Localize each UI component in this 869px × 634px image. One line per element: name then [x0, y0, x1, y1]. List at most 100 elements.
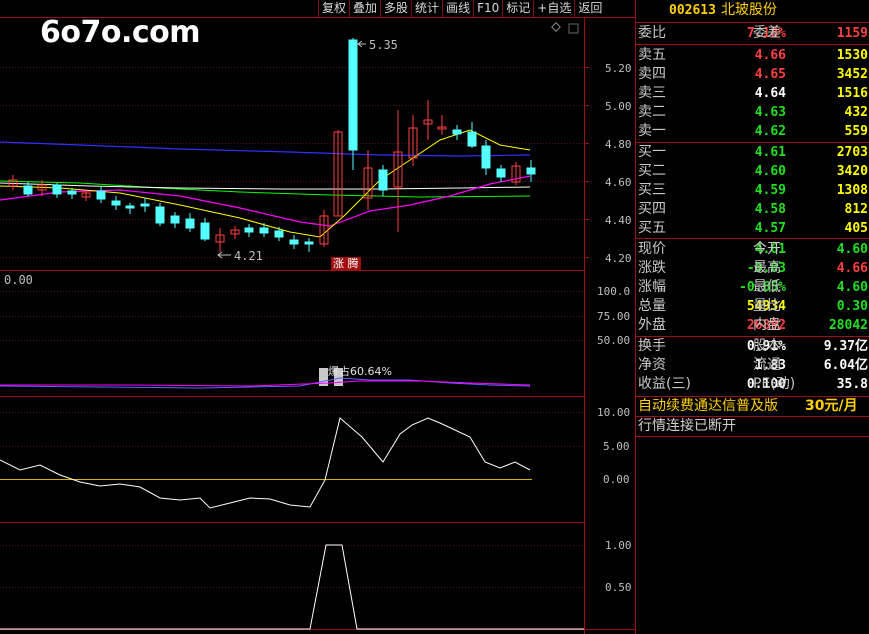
bid-row: 买五 4.57 405 [635, 219, 869, 238]
quote-value: 28042 [828, 318, 868, 333]
stock-name: 北玻股份 [721, 2, 777, 18]
committee-diff-label: 委差 [753, 25, 781, 41]
committee-diff-value: 1159 [836, 26, 868, 41]
indicator-1-tick: 10.00 [597, 406, 631, 419]
fundamental-row: 换手 0.91% 股本 9.37亿 [635, 337, 869, 356]
ask-price: 4.63 [754, 105, 786, 120]
bid-row: 买四 4.58 812 [635, 200, 869, 219]
price-tick: 5.20 [605, 62, 632, 75]
fundamental-label: 换手 [638, 338, 666, 354]
price-tick: 5.00 [605, 100, 632, 113]
stock-header: 002613 北玻股份 [635, 1, 869, 21]
bid-row: 买三 4.59 1308 [635, 181, 869, 200]
quote-value: 4.66 [836, 261, 868, 276]
quote-panel: 002613 北玻股份 委比 7.18% 委差 1159 自动续费通达信普及版 … [635, 0, 869, 634]
stock-code: 002613 [669, 3, 716, 18]
bid-volume: 1308 [836, 183, 868, 198]
fundamental-value: 9.37亿 [823, 339, 868, 354]
ask-price: 4.65 [754, 67, 786, 82]
fundamental-value: 35.8 [836, 377, 868, 392]
fundamental-label: 流通 [753, 357, 781, 373]
bid-price: 4.59 [754, 183, 786, 198]
quote-label: 最低 [753, 279, 781, 295]
volume-value: 0.00 [4, 273, 33, 287]
ask-level-label: 卖二 [638, 104, 666, 120]
ask-volume: 3452 [836, 67, 868, 82]
committee-row: 委比 7.18% 委差 1159 [635, 24, 869, 43]
ask-level-label: 卖三 [638, 85, 666, 101]
quote-label: 今开 [753, 241, 781, 257]
volume-annotation: 爆占60.64% [328, 365, 392, 378]
fundamental-row: 净资 1.83 流通 6.04亿 [635, 356, 869, 375]
quote-label: 总量 [638, 298, 666, 314]
fundamental-row: 收益(三) 0.100 PE(动) 35.8 [635, 375, 869, 394]
ask-volume: 559 [844, 124, 868, 139]
quote-row: 涨幅 -0.65% 最低 4.60 [635, 278, 869, 297]
fundamental-label: 净资 [638, 357, 666, 373]
volume-tick: 100.0 [597, 285, 631, 298]
ask-row: 卖三 4.64 1516 [635, 84, 869, 103]
limit-up-tag: 涨 腾 [331, 257, 361, 270]
bid-price: 4.58 [754, 202, 786, 217]
ma-white-line [0, 182, 531, 190]
ask-row: 卖二 4.63 432 [635, 103, 869, 122]
indicator-1-tick: 0.00 [603, 473, 630, 486]
fundamental-label: 股本 [753, 338, 781, 354]
price-tick: 4.40 [605, 214, 632, 227]
fundamental-value: 6.04亿 [823, 358, 868, 373]
indicator-1-tick: 5.00 [603, 440, 630, 453]
quote-label: 涨幅 [638, 279, 666, 295]
bid-level-label: 买二 [638, 163, 666, 179]
quote-row: 总量 54934 量比 0.30 [635, 297, 869, 316]
quote-label: 最高 [753, 260, 781, 276]
ask-price: 4.62 [754, 124, 786, 139]
fundamental-label: PE(动) [753, 376, 796, 392]
ask-row: 卖五 4.66 1530 [635, 46, 869, 65]
committee-ratio-label: 委比 [638, 25, 666, 41]
bid-price: 4.57 [754, 221, 786, 236]
bid-level-label: 买五 [638, 220, 666, 236]
connection-status: 行情连接已断开 [635, 417, 869, 436]
price-tick: 4.80 [605, 138, 632, 151]
ask-level-label: 卖一 [638, 123, 666, 139]
indicator-1-line [0, 417, 531, 509]
subscription-notice[interactable]: 自动续费通达信普及版 30元/月 [635, 397, 869, 416]
indicator-2-tick: 0.50 [605, 581, 632, 594]
ask-level-label: 卖四 [638, 66, 666, 82]
ask-price: 4.64 [754, 86, 786, 101]
notice-price: 30元/月 [805, 398, 858, 414]
bid-level-label: 买三 [638, 182, 666, 198]
ask-volume: 432 [844, 105, 868, 120]
quote-label: 涨跌 [638, 260, 666, 276]
quote-value: 4.60 [836, 242, 868, 257]
bid-price: 4.61 [754, 145, 786, 160]
price-tick: 4.20 [605, 252, 632, 265]
ask-price: 4.66 [754, 48, 786, 63]
volume-tick: 50.00 [597, 334, 631, 347]
connection-status-text: 行情连接已断开 [638, 418, 736, 434]
ma120-line [0, 141, 531, 157]
volume-ma-line [0, 377, 531, 389]
fundamental-label: 收益(三) [638, 376, 691, 392]
ma20-line [0, 175, 531, 227]
bid-row: 买二 4.60 3420 [635, 162, 869, 181]
kline-chart-area[interactable] [0, 0, 635, 634]
quote-row: 现价 4.61 今开 4.60 [635, 240, 869, 259]
bid-volume: 3420 [836, 164, 868, 179]
quote-row: 外盘 26892 内盘 28042 [635, 316, 869, 335]
bid-volume: 2703 [836, 145, 868, 160]
ask-volume: 1516 [836, 86, 868, 101]
bid-price: 4.60 [754, 164, 786, 179]
high-price-label: 5.35 [369, 38, 398, 52]
quote-row: 涨跌 -0.03 最高 4.66 [635, 259, 869, 278]
price-tick: 4.60 [605, 176, 632, 189]
quote-label: 现价 [638, 241, 666, 257]
ma10-line [0, 129, 531, 238]
bid-row: 买一 4.61 2703 [635, 143, 869, 162]
quote-label: 量比 [753, 298, 781, 314]
bid-level-label: 买一 [638, 144, 666, 160]
ask-row: 卖四 4.65 3452 [635, 65, 869, 84]
notice-text: 自动续费通达信普及版 [638, 398, 778, 414]
bid-level-label: 买四 [638, 201, 666, 217]
volume-tick: 75.00 [597, 310, 631, 323]
